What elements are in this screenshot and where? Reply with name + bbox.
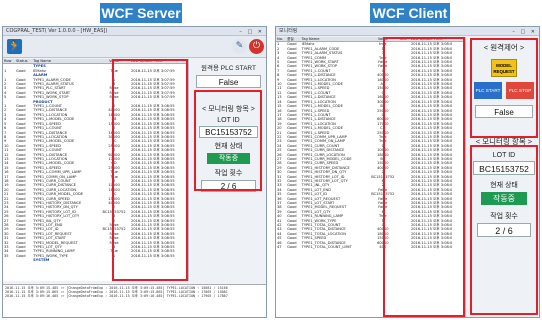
client-window: 모니터링 – □ ✕ No. 품질 Tag Name Value Info Last Up… [275,26,540,318]
power-icon[interactable]: ⏻ [249,39,264,54]
client-side-panel: < 원격제어 > MODEL REQUEST PLC START PLC STO… [469,37,539,317]
server-log: 2016-11-15 오후 3:09:15.485 :> [ChangeData… [3,284,266,317]
client-titlebar: 모니터링 – □ ✕ [276,27,539,36]
server-side-panel: 원격용 PLC START False < 모니터링 항목 > LOT ID B… [193,59,264,281]
window-controls[interactable]: – □ ✕ [512,28,537,37]
client-header: WCF Client [370,3,450,23]
client-window-title: 모니터링 [279,28,298,34]
client-cell: Good [287,245,297,250]
server-cell [15,258,32,262]
server-cell [3,258,15,262]
server-cell: SYSTEM [33,258,50,263]
monitor-highlight [194,90,262,191]
remote-highlight [470,38,538,138]
client-cell: TYPE1_TOTAL_COUNT_LIMIT [301,245,352,250]
wrench-icon[interactable]: ✎ [232,39,247,54]
server-window: COGPRAL_TEST( Ver 1.0.0.0 - [HW_EAS]) – … [2,26,267,318]
client-monitor-highlight [470,145,538,315]
plc-start-label: 원격용 PLC START [201,65,256,72]
runner-icon[interactable]: 🏃 [7,39,22,54]
server-toolbar: 🏃 ✎ ⏻ [3,36,266,58]
plc-start-value: False [196,75,261,88]
server-window-title: COGPRAL_TEST( Ver 1.0.0.0 - [HW_EAS]) [6,28,108,34]
server-titlebar: COGPRAL_TEST( Ver 1.0.0.0 - [HW_EAS]) – … [3,27,266,36]
client-cell: 47 [277,245,282,250]
server-value-highlight [112,59,188,281]
log-line: 2016-11-15 오후 3:09:16.485 :> [ChangeData… [5,294,228,299]
client-value-highlight [383,37,465,317]
server-header: WCF Server [100,3,182,23]
